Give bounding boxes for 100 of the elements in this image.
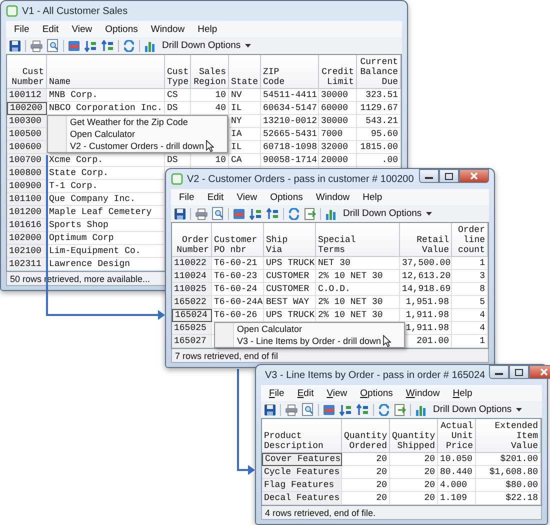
menu-item[interactable]: File: [269, 388, 284, 398]
menu-item[interactable]: Window: [316, 192, 350, 202]
menu-item[interactable]: Help: [452, 388, 472, 398]
sort-ascending-icon[interactable]: [339, 404, 352, 416]
column-header[interactable]: State: [229, 55, 261, 89]
table-cell: 3: [452, 270, 488, 283]
column-header[interactable]: Cust Type: [165, 55, 191, 89]
menu-item[interactable]: View: [236, 192, 258, 202]
drill-down-options-button[interactable]: Drill Down Options: [341, 208, 434, 219]
table-cell: 20: [390, 492, 438, 505]
column-header[interactable]: ZIP Code: [261, 55, 319, 89]
table-cell: 2% 10 NET 30: [316, 270, 400, 283]
column-header[interactable]: Current Balance Due: [357, 55, 401, 89]
table-cell: Maple Leaf Cemetery: [47, 206, 165, 219]
table-cell: 60634-5147: [261, 102, 319, 115]
menu-item[interactable]: Help: [198, 24, 218, 34]
menu-item[interactable]: Options: [105, 24, 138, 34]
export-icon[interactable]: [394, 404, 406, 416]
drill-down-options-button[interactable]: Drill Down Options: [160, 40, 253, 51]
column-header[interactable]: Cust Number: [7, 55, 47, 89]
menu-item[interactable]: Edit: [42, 24, 59, 34]
print-icon[interactable]: [195, 208, 208, 220]
menu-item[interactable]: Window: [406, 388, 440, 398]
save-icon[interactable]: [174, 208, 186, 220]
column-header[interactable]: Credit Limit: [319, 55, 357, 89]
table-cell: 54511-4411: [261, 89, 319, 102]
column-header[interactable]: Sales Region: [191, 55, 229, 89]
table-cell: 10: [191, 89, 229, 102]
minimize-button[interactable]: [419, 169, 439, 183]
column-header[interactable]: Actual Unit Price: [438, 419, 476, 453]
table-cell: $201.00: [476, 453, 541, 466]
column-header[interactable]: Extended Item Value: [476, 419, 541, 453]
print-icon[interactable]: [285, 404, 298, 416]
table-cell: 37,500.00: [400, 257, 452, 270]
print-preview-icon[interactable]: [47, 39, 59, 52]
menu-item[interactable]: Options: [270, 192, 303, 202]
form-icon[interactable]: [233, 208, 245, 220]
close-button[interactable]: [459, 169, 489, 183]
menu-item[interactable]: Edit: [207, 192, 224, 202]
menu-item[interactable]: Window: [150, 24, 185, 34]
table-cell: 165022: [172, 296, 212, 309]
table-cell: T-1 Corp.: [47, 180, 165, 193]
bar-chart-icon[interactable]: [144, 40, 156, 52]
column-header[interactable]: Product Description: [262, 419, 342, 453]
mouse-pointer-icon: [206, 140, 214, 152]
print-preview-icon[interactable]: [302, 403, 314, 416]
menu-item[interactable]: Open Calculator: [48, 128, 227, 140]
close-button[interactable]: [529, 365, 550, 379]
refresh-icon[interactable]: [378, 404, 390, 416]
refresh-icon[interactable]: [123, 40, 135, 52]
table-cell: 20: [342, 479, 390, 492]
bar-chart-icon[interactable]: [415, 404, 427, 416]
table-cell: 1.109: [438, 492, 476, 505]
column-header[interactable]: Retail Value: [400, 223, 452, 257]
caret-icon: [244, 44, 251, 48]
menu-item[interactable]: Options: [360, 388, 393, 398]
save-icon[interactable]: [264, 404, 276, 416]
sort-ascending-icon[interactable]: [249, 208, 262, 220]
table-cell: 10: [191, 154, 229, 167]
maximize-button[interactable]: [439, 169, 459, 183]
form-icon[interactable]: [68, 40, 80, 52]
column-header[interactable]: Customer PO nbr: [212, 223, 264, 257]
export-icon[interactable]: [304, 208, 316, 220]
column-header[interactable]: Quantity Ordered: [342, 419, 390, 453]
form-icon[interactable]: [323, 404, 335, 416]
column-header[interactable]: Quantity Shipped: [390, 419, 438, 453]
menu-item[interactable]: File: [179, 192, 194, 202]
sort-descending-icon[interactable]: [356, 404, 369, 416]
table-cell: 100300: [7, 115, 47, 128]
refresh-icon[interactable]: [288, 208, 300, 220]
column-header[interactable]: Name: [47, 55, 165, 89]
table-cell: 20: [390, 479, 438, 492]
sort-ascending-icon[interactable]: [84, 40, 97, 52]
drill-down-options-button[interactable]: Drill Down Options: [431, 404, 524, 415]
column-header[interactable]: Order Number: [172, 223, 212, 257]
menu-item[interactable]: View: [72, 24, 92, 34]
menu-item[interactable]: File: [14, 24, 30, 34]
bar-chart-icon[interactable]: [325, 208, 337, 220]
menu-item[interactable]: Get Weather for the Zip Code: [48, 116, 227, 128]
menu-item[interactable]: Edit: [297, 388, 314, 398]
table-cell: 4.000: [438, 479, 476, 492]
sort-descending-icon[interactable]: [266, 208, 279, 220]
menu-item[interactable]: Help: [362, 192, 382, 202]
table-cell: Flag Features: [262, 479, 342, 492]
table-cell: CS: [165, 89, 191, 102]
maximize-button[interactable]: [509, 365, 530, 379]
save-icon[interactable]: [9, 40, 21, 52]
minimize-button[interactable]: [489, 365, 510, 379]
sort-descending-icon[interactable]: [101, 40, 114, 52]
table-cell: 4: [452, 322, 488, 335]
menu-item[interactable]: V2 - Customer Orders - drill down: [48, 140, 227, 152]
column-header[interactable]: Order line count: [452, 223, 488, 257]
print-icon[interactable]: [30, 40, 43, 52]
column-header[interactable]: Special Terms: [316, 223, 400, 257]
menu-item[interactable]: View: [326, 388, 348, 398]
table-cell: 323.51: [357, 89, 401, 102]
column-header[interactable]: Ship Via: [264, 223, 316, 257]
table-cell: C.O.D.: [316, 283, 400, 296]
table-cell: 100600: [7, 141, 47, 154]
print-preview-icon[interactable]: [212, 207, 224, 220]
